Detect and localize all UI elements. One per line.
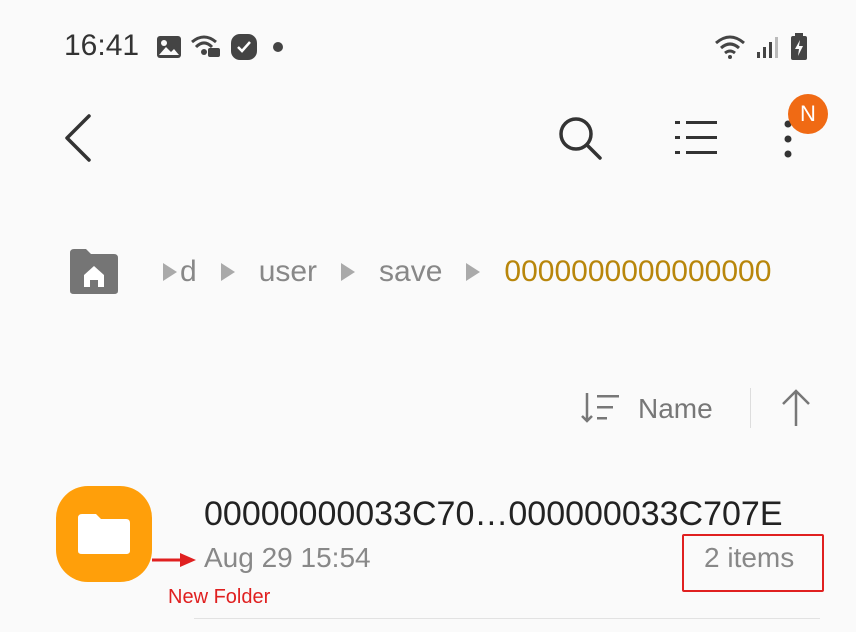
annotation-arrow-icon: [152, 553, 196, 567]
dot-icon: [273, 42, 283, 52]
triangle-right-icon: [163, 263, 177, 281]
search-icon: [559, 117, 602, 160]
breadcrumb-separator: [197, 261, 259, 283]
annotation-highlight-box: [682, 534, 824, 592]
triangle-right-icon: [341, 263, 356, 281]
triangle-right-icon: [466, 263, 481, 281]
row-divider: [194, 618, 820, 619]
notification-badge: N: [788, 94, 828, 134]
sort-direction-button[interactable]: [776, 386, 816, 430]
signal-icon: [757, 37, 778, 58]
breadcrumb-item-d[interactable]: d: [180, 255, 197, 289]
sort-divider: [750, 388, 751, 428]
status-time: 16:41: [64, 29, 140, 62]
folder-glyph-icon: [78, 514, 130, 554]
sort-button[interactable]: [580, 390, 622, 426]
breadcrumb-separator: [442, 261, 504, 283]
list-view-icon: [675, 121, 717, 154]
file-date: Aug 29 15:54: [204, 542, 371, 573]
home-button[interactable]: [66, 246, 122, 296]
breadcrumb-item-current[interactable]: 0000000000000000: [504, 255, 771, 289]
file-name: 00000000033C70…000000033C707E: [204, 495, 783, 533]
status-icons: [156, 30, 286, 64]
battery-charging-icon: [791, 33, 807, 60]
breadcrumb-item-user[interactable]: user: [259, 255, 317, 289]
triangle-right-icon: [220, 263, 235, 281]
sort-label[interactable]: Name: [638, 390, 713, 428]
annotation-label: New Folder: [168, 586, 271, 608]
breadcrumb-separator: [317, 261, 379, 283]
search-button[interactable]: [554, 112, 606, 164]
breadcrumb-separator: [160, 261, 180, 283]
arrow-up-icon: [782, 389, 810, 426]
sort-icon: [581, 393, 619, 423]
list-view-button[interactable]: [668, 112, 724, 164]
status-right-icons: [714, 30, 808, 64]
wifi-icon: [715, 35, 745, 59]
back-button[interactable]: [56, 108, 100, 168]
breadcrumb: d user save 0000000000000000: [160, 250, 771, 294]
chevron-left-icon: [65, 114, 91, 162]
image-icon: [157, 36, 181, 58]
folder-icon: [56, 486, 152, 582]
home-folder-icon: [70, 249, 118, 294]
breadcrumb-item-save[interactable]: save: [379, 255, 442, 289]
wifi-call-icon: [191, 35, 220, 57]
check-badge-icon: [231, 34, 257, 60]
